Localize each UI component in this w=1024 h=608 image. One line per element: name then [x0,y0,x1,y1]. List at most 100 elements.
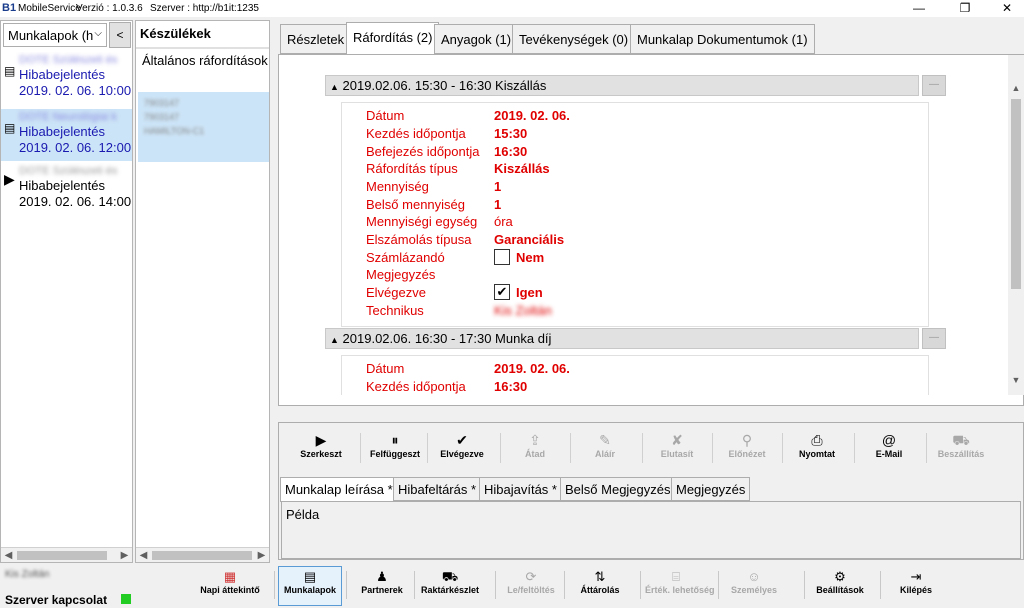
tab-activities[interactable]: Tevékenységek (0) [512,24,636,54]
toolbar-button-6[interactable]: ⚲ Előnézet [717,431,777,467]
general-expenses-item[interactable]: Általános ráfordítások [142,53,268,68]
partners-icon: ♟ [376,569,388,584]
nav-button-label: Napi áttekintő [200,585,260,595]
device-code: 7903147 [144,112,180,122]
group-action-button[interactable]: — [922,328,946,349]
field-note: Megjegyzés [366,267,436,282]
worksheet-customer: DOTE Szülészeti és [19,165,118,177]
worksheet-item[interactable]: ▤ DOTE Szülészeti és Hibabejelentés 2019… [1,52,132,104]
nav-button-7[interactable]: ☺ Személyes [722,566,786,606]
nav-button-5[interactable]: ⇅ Áttárolás [568,566,632,606]
scrollbar-thumb[interactable] [17,551,107,560]
toolbar-separator [427,433,428,463]
current-user: Kis Zoltán [5,569,50,580]
toolbar-button-label: Elutasít [660,449,694,459]
expenses-panel: ▲ 2019.02.06. 15:30 - 16:30 Kiszállás — … [278,54,1024,406]
scroll-right-icon[interactable]: ▶ [117,548,132,563]
tab-expenses[interactable]: Ráfordítás (2) [346,22,440,55]
toolbar-button-label: Beszállítás [937,449,985,459]
opportunity-icon: ⌸ [672,569,680,584]
scrollbar-thumb[interactable] [152,551,252,560]
worksheet-list-panel: Munkalapok (h ⌵ < ▤ DOTE Szülészeti és H… [0,20,133,563]
title-bar: B1 MobileService Verzió : 1.0.3.6 Szerve… [0,0,1024,17]
expense-group-header[interactable]: ▲ 2019.02.06. 15:30 - 16:30 Kiszállás [325,75,919,96]
app-name: MobileService [18,3,81,14]
document-icon: ▤ [4,64,16,78]
note-tab-0[interactable]: Munkalap leírása * [280,477,398,502]
tab-documents[interactable]: Munkalap Dokumentumok (1) [630,24,815,54]
toolbar-button-1[interactable]: ⏸ Felfüggeszt [365,431,425,467]
note-tab-3[interactable]: Belső Megjegyzés [560,477,676,501]
nav-button-6[interactable]: ⌸ Érték. lehetőség [644,566,715,606]
expense-group-header[interactable]: ▲ 2019.02.06. 16:30 - 17:30 Munka díj [325,328,919,349]
close-button[interactable]: ✕ [992,0,1022,17]
notes-textarea[interactable]: Példa [281,501,1021,559]
toolbar-button-5[interactable]: ✘ Elutasít [647,431,707,467]
scroll-down-icon[interactable]: ▼ [1008,375,1024,385]
tab-materials[interactable]: Anyagok (1) [434,24,519,54]
worksheet-item-selected[interactable]: ▤ DOTE Neurológiai k Hibabejelentés 2019… [1,109,132,161]
toolbar-button-8[interactable]: @ E-Mail [859,431,919,467]
sync-icon: ⟳ [525,569,537,584]
scroll-up-icon[interactable]: ▲ [1008,83,1024,93]
worksheet-item[interactable]: ▶ DOTE Szülészeti és Hibabejelentés 2019… [1,163,132,215]
toolbar-button-label: Átad [525,449,545,459]
completed-checkbox[interactable]: ✔ [494,284,510,300]
tab-details[interactable]: Részletek [280,24,352,54]
restore-button[interactable]: ❐ [950,0,980,17]
group-action-button[interactable]: — [922,75,946,96]
device-item-selected[interactable]: 7903147 7903147 HAMILTON-C1 [138,92,269,162]
email-icon: @ [881,432,897,448]
toolbar-button-3[interactable]: ⇪ Átad [505,431,565,467]
vertical-scrollbar[interactable]: ▲ ▼ [1008,55,1024,395]
worksheet-type: Hibabejelentés [19,178,106,193]
note-tab-4[interactable]: Megjegyzés [671,477,751,501]
billable-checkbox[interactable] [494,248,510,265]
toolbar-button-4[interactable]: ✎ Aláír [575,431,635,467]
scroll-right-icon[interactable]: ▶ [254,548,269,563]
expense-group-title: 2019.02.06. 16:30 - 17:30 Munka díj [342,331,552,346]
toolbar-button-0[interactable]: ▶ Szerkeszt [291,431,351,467]
nav-button-4[interactable]: ⟳ Le/feltöltés [499,566,563,606]
expense-detail-body: Dátum 2019. 02. 06. Kezdés időpontja 15:30… [341,102,929,327]
truck-icon: ⛟ [952,432,970,448]
field-technician: Technikus Kis Zoltán [366,302,552,318]
nav-button-2[interactable]: ♟ Partnerek [350,566,414,606]
nav-button-label: Munkalapok [283,585,336,595]
server-address: Szerver : http://b1it:1235 [150,3,259,14]
worksheet-type: Hibabejelentés [19,67,106,82]
horizontal-scrollbar[interactable]: ◀ ▶ [1,547,132,562]
nav-button-3[interactable]: ⛟ Raktárkészlet [418,566,482,606]
toolbar-button-label: Aláír [594,449,615,459]
toolbar-separator [570,433,571,463]
toolbar-button-9[interactable]: ⛟ Beszállítás [931,431,991,467]
nav-separator [880,571,881,599]
nav-button-0[interactable]: ▦ Napi áttekintő [198,566,262,606]
worksheet-date: 2019. 02. 06. 10:00 [19,83,132,98]
horizontal-scrollbar[interactable]: ◀ ▶ [136,547,269,562]
nav-button-8[interactable]: ⚙ Beállítások [808,566,872,606]
note-tab-2[interactable]: Hibajavítás * [479,477,562,501]
device-model: HAMILTON-C1 [144,126,205,136]
note-tab-1[interactable]: Hibafeltárás * [393,477,482,501]
field-start-time: Kezdés időpontja 15:30 [366,126,528,141]
reject-icon: ✘ [671,432,683,448]
nav-button-label: Le/feltöltés [507,585,555,595]
field-expense-type: Ráfordítás típus Kiszállás [366,161,550,176]
scrollbar-thumb[interactable] [1011,99,1021,289]
nav-button-9[interactable]: ⇥ Kilépés [884,566,948,606]
connection-status: Szerver kapcsolat [5,593,108,607]
nav-button-1[interactable]: ▤ Munkalapok [278,566,342,606]
collapse-triangle-icon[interactable]: ▲ [330,335,339,345]
field-billable: Számlázandó Nem [366,248,545,265]
scroll-left-icon[interactable]: ◀ [136,548,151,563]
worksheet-filter-dropdown[interactable]: Munkalapok (h ⌵ [3,23,107,47]
toolbar-button-2[interactable]: ✔ Elvégezve [432,431,492,467]
nav-separator [718,571,719,599]
minimize-button[interactable]: — [904,0,934,17]
scroll-left-icon[interactable]: ◀ [1,548,16,563]
toolbar-button-7[interactable]: ⎙ Nyomtat [787,431,847,467]
collapse-triangle-icon[interactable]: ▲ [330,82,339,92]
collapse-button[interactable]: < [109,22,131,48]
field-start-time: Kezdés időpontja 16:30 [366,379,528,394]
